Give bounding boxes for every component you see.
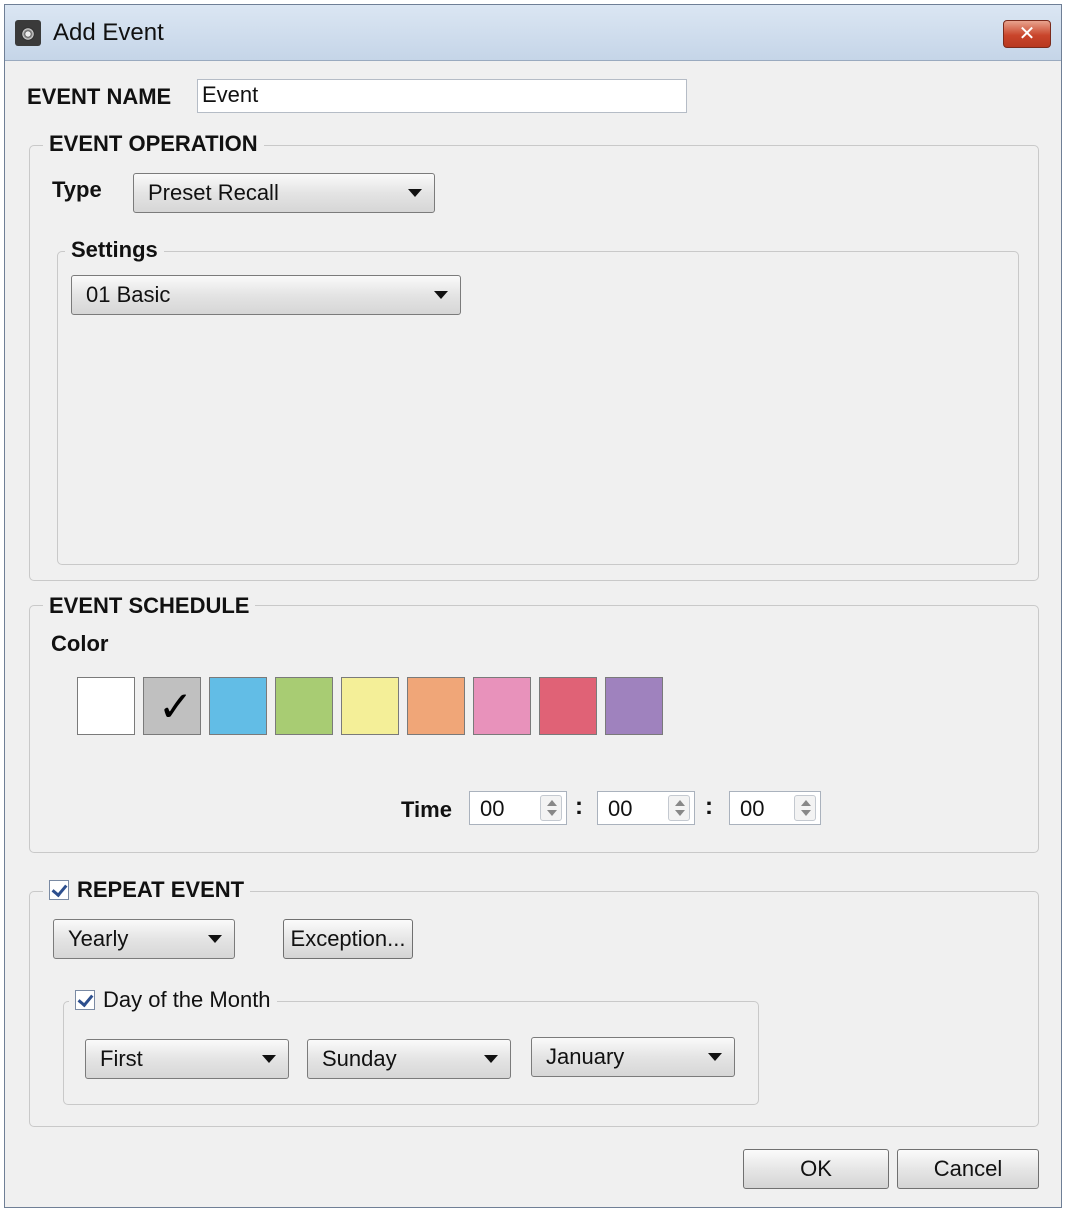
chevron-down-icon: [484, 1055, 498, 1063]
type-dropdown[interactable]: Preset Recall: [133, 173, 435, 213]
hours-value: 00: [480, 796, 505, 821]
type-dropdown-value: Preset Recall: [148, 180, 279, 205]
day-of-month-label: Day of the Month: [103, 987, 271, 1012]
hours-spinner[interactable]: 00: [469, 791, 567, 825]
repeat-frequency-value: Yearly: [68, 926, 129, 951]
time-separator: :: [705, 793, 713, 820]
color-swatch[interactable]: [407, 677, 465, 735]
repeat-frequency-dropdown[interactable]: Yearly: [53, 919, 235, 959]
event-schedule-legend: EVENT SCHEDULE: [43, 593, 256, 619]
type-label: Type: [52, 177, 102, 202]
color-swatch[interactable]: [209, 677, 267, 735]
seconds-spinner[interactable]: 00: [729, 791, 821, 825]
repeat-event-legend[interactable]: REPEAT EVENT: [43, 877, 251, 903]
chevron-down-icon: [708, 1053, 722, 1061]
exception-button[interactable]: Exception...: [283, 919, 413, 959]
minutes-spinner[interactable]: 00: [597, 791, 695, 825]
app-icon: [15, 20, 41, 46]
weekday-dropdown[interactable]: Sunday: [307, 1039, 511, 1079]
settings-dropdown-value: 01 Basic: [86, 282, 171, 307]
minutes-value: 00: [608, 796, 633, 821]
spinner-arrows-icon[interactable]: [794, 795, 816, 821]
close-icon: ✕: [1018, 23, 1036, 45]
close-button[interactable]: ✕: [1003, 20, 1051, 48]
chevron-down-icon: [434, 291, 448, 299]
month-dropdown[interactable]: January: [531, 1037, 735, 1077]
event-name-label: EVENT NAME: [27, 84, 172, 109]
checkmark-icon: ✓: [158, 683, 194, 730]
color-swatch[interactable]: ✓: [143, 677, 201, 735]
add-event-dialog: Add Event ✕ EVENT NAME Event EVENT OPERA…: [4, 4, 1062, 1208]
color-label: Color: [51, 631, 109, 656]
event-name-input[interactable]: Event: [197, 79, 687, 113]
ordinal-value: First: [100, 1046, 143, 1071]
chevron-down-icon: [408, 189, 422, 197]
ok-button[interactable]: OK: [743, 1149, 889, 1189]
color-swatch[interactable]: [341, 677, 399, 735]
color-swatch[interactable]: [77, 677, 135, 735]
repeat-event-checkbox[interactable]: [49, 880, 69, 900]
time-separator: :: [575, 793, 583, 820]
ordinal-dropdown[interactable]: First: [85, 1039, 289, 1079]
seconds-value: 00: [740, 796, 765, 821]
spinner-arrows-icon[interactable]: [668, 795, 690, 821]
title-bar[interactable]: Add Event ✕: [5, 5, 1061, 61]
month-value: January: [546, 1044, 625, 1069]
event-operation-legend: EVENT OPERATION: [43, 131, 264, 157]
spinner-arrows-icon[interactable]: [540, 795, 562, 821]
chevron-down-icon[interactable]: [208, 935, 222, 943]
color-swatch[interactable]: [275, 677, 333, 735]
cancel-button[interactable]: Cancel: [897, 1149, 1039, 1189]
repeat-event-label: REPEAT EVENT: [77, 877, 245, 902]
time-label: Time: [401, 797, 452, 822]
settings-dropdown[interactable]: 01 Basic: [71, 275, 461, 315]
color-swatch[interactable]: [539, 677, 597, 735]
chevron-down-icon: [262, 1055, 276, 1063]
day-of-month-legend[interactable]: Day of the Month: [69, 987, 277, 1013]
color-swatch[interactable]: [605, 677, 663, 735]
weekday-value: Sunday: [322, 1046, 397, 1071]
settings-legend: Settings: [65, 237, 164, 263]
window-title: Add Event: [53, 19, 164, 46]
day-of-month-checkbox[interactable]: [75, 990, 95, 1010]
color-swatch[interactable]: [473, 677, 531, 735]
